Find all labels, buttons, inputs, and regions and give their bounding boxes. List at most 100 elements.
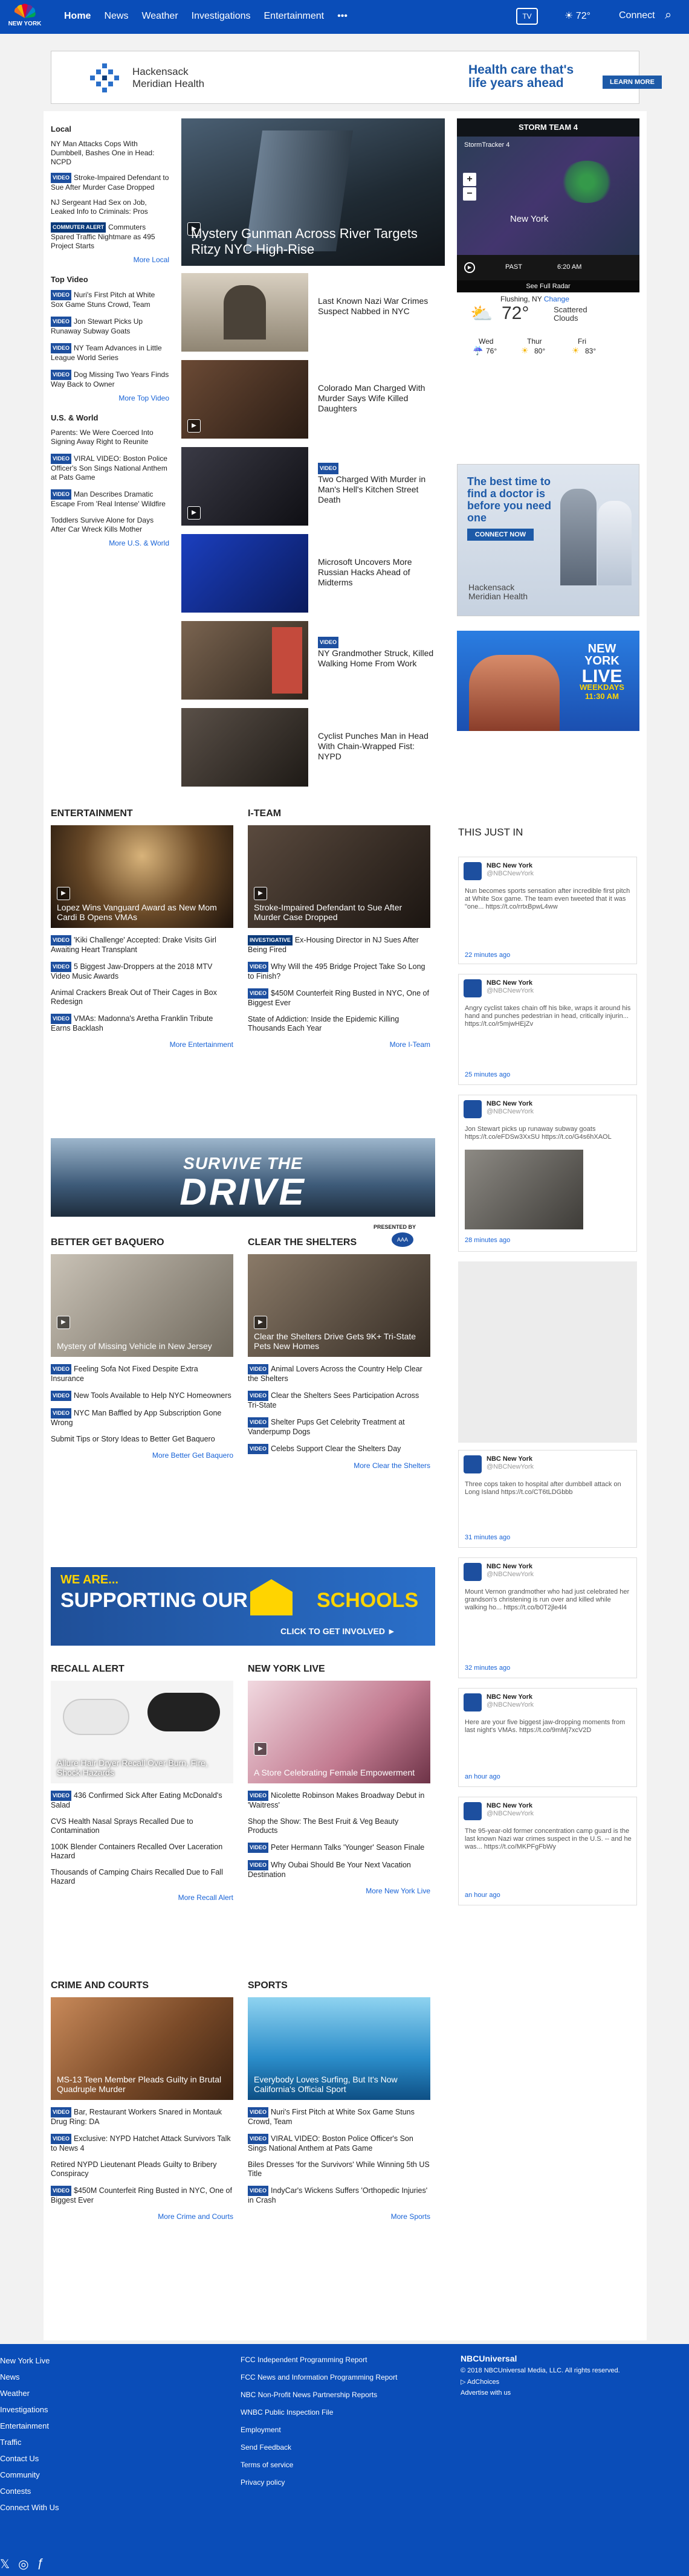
- list-item[interactable]: VIDEO Stroke-Impaired Defendant to Sue Af…: [51, 173, 169, 192]
- list-item[interactable]: VIDEO NYC Man Baffled by App Subscription…: [51, 1408, 233, 1428]
- facebook-icon[interactable]: ƒ: [37, 2557, 44, 2572]
- header-weather[interactable]: ☀︎ 72°: [564, 10, 590, 22]
- list-item[interactable]: VIDEO $450M Counterfeit Ring Busted in NY…: [248, 988, 430, 1008]
- list-item[interactable]: VIDEO Dog Missing Two Years Finds Way Bac…: [51, 370, 169, 389]
- list-item[interactable]: VIDEO Nicolette Robinson Makes Broadway D…: [248, 1791, 430, 1810]
- more-us-world-link[interactable]: More U.S. & World: [51, 539, 169, 547]
- story-row[interactable]: ▶ VIDEO Two Charged With Murder in Man's …: [181, 447, 440, 526]
- list-item[interactable]: State of Addiction: Inside the Epidemic …: [248, 1015, 430, 1033]
- story-row[interactable]: Microsoft Uncovers More Russian Hacks Ah…: [181, 534, 440, 613]
- tweet-card[interactable]: NBC New York @NBCNewYork Here are your f…: [458, 1688, 637, 1787]
- section-lead-image[interactable]: ▶ Clear the Shelters Drive Gets 9K+ Tri-S…: [248, 1254, 430, 1357]
- story-row[interactable]: ▶ Colorado Man Charged With Murder Says …: [181, 360, 440, 439]
- tweet-media[interactable]: [465, 1150, 583, 1229]
- section-lead-image[interactable]: ▶ Lopez Wins Vanguard Award as New Mom Ca…: [51, 825, 233, 928]
- list-item[interactable]: VIDEO Nuri's First Pitch at White Sox Gam…: [51, 290, 169, 309]
- footer-link[interactable]: NBC Non-Profit News Partnership Reports: [241, 2389, 434, 2401]
- change-location-link[interactable]: Change: [544, 295, 569, 303]
- more-entertainment-link[interactable]: More Entertainment: [51, 1040, 233, 1049]
- list-item[interactable]: VIDEO 5 Biggest Jaw-Droppers at the 2018 …: [51, 962, 233, 981]
- footer-link[interactable]: FCC News and Information Programming Rep…: [241, 2371, 434, 2384]
- footer-link[interactable]: Connect With Us: [0, 2502, 121, 2513]
- zoom-in-button[interactable]: +: [463, 173, 476, 186]
- list-item[interactable]: VIDEO Animal Lovers Across the Country He…: [248, 1364, 430, 1383]
- list-item[interactable]: VIDEO Why Oubai Should Be Your Next Vacat…: [248, 1860, 430, 1879]
- list-item[interactable]: Retired NYPD Lieutenant Pleads Guilty to…: [51, 2160, 233, 2178]
- list-item[interactable]: 100K Blender Containers Recalled Over La…: [51, 1843, 233, 1861]
- list-item[interactable]: Biles Dresses 'for the Survivors' While …: [248, 2160, 430, 2178]
- tweet-time[interactable]: 22 minutes ago: [465, 952, 510, 959]
- list-item[interactable]: VIDEO Peter Hermann Talks 'Younger' Seaso…: [248, 1843, 430, 1853]
- radar-past-label[interactable]: PAST: [505, 263, 522, 271]
- list-item[interactable]: VIDEO VMAs: Madonna's Aretha Franklin Tri…: [51, 1014, 233, 1033]
- lead-headline[interactable]: Mystery Gunman Across River Targets Ritz…: [191, 226, 433, 257]
- radar-map[interactable]: StormTracker 4 + − New York ▶ PAST 6:20 …: [457, 137, 639, 280]
- list-item[interactable]: Thousands of Camping Chairs Recalled Due…: [51, 1868, 233, 1886]
- list-item[interactable]: Toddlers Survive Alone for Days After Ca…: [51, 516, 169, 534]
- more-iteam-link[interactable]: More I-Team: [248, 1040, 430, 1049]
- tweet-time[interactable]: 31 minutes ago: [465, 1534, 510, 1541]
- footer-link[interactable]: Contests: [0, 2485, 121, 2497]
- more-sports-link[interactable]: More Sports: [248, 2212, 430, 2221]
- nav-news[interactable]: News: [104, 11, 128, 22]
- list-item[interactable]: VIDEO $450M Counterfeit Ring Busted in NY…: [51, 2186, 233, 2205]
- list-item[interactable]: COMMUTER ALERT Commuters Spared Traffic N…: [51, 222, 169, 251]
- list-item[interactable]: VIDEO Man Describes Dramatic Escape From …: [51, 489, 169, 509]
- story-row[interactable]: Last Known Nazi War Crimes Suspect Nabbe…: [181, 273, 440, 352]
- ad-side[interactable]: The best time to find a doctor is before…: [457, 464, 639, 616]
- more-baquero-link[interactable]: More Better Get Baquero: [51, 1451, 233, 1460]
- survive-the-drive-banner[interactable]: SURVIVE THE DRIVE: [51, 1138, 435, 1217]
- more-nylive-link[interactable]: More New York Live: [248, 1887, 430, 1895]
- connect-link[interactable]: Connect: [619, 10, 655, 21]
- list-item[interactable]: VIDEO 'Kiki Challenge' Accepted: Drake Vi…: [51, 935, 233, 955]
- ad-connect-button[interactable]: CONNECT NOW: [467, 529, 534, 541]
- list-item[interactable]: CVS Health Nasal Sprays Recalled Due to …: [51, 1817, 233, 1835]
- tweet-card[interactable]: NBC New York @NBCNewYork Angry cyclist t…: [458, 974, 637, 1085]
- see-full-radar-button[interactable]: See Full Radar: [457, 280, 639, 292]
- section-lead-image[interactable]: Everybody Loves Surfing, But It's Now Ca…: [248, 1997, 430, 2100]
- section-lead-image[interactable]: MS-13 Teen Member Pleads Guilty in Bruta…: [51, 1997, 233, 2100]
- footer-link[interactable]: Terms of service: [241, 2459, 434, 2471]
- list-item[interactable]: VIDEO IndyCar's Wickens Suffers 'Orthoped…: [248, 2186, 430, 2205]
- nav-entertainment[interactable]: Entertainment: [264, 11, 325, 22]
- list-item[interactable]: VIDEO Why Will the 495 Bridge Project Tak…: [248, 962, 430, 981]
- zoom-out-button[interactable]: −: [463, 187, 476, 201]
- list-item[interactable]: NJ Sergeant Had Sex on Job, Leaked Info …: [51, 198, 169, 216]
- tweet-card[interactable]: NBC New York @NBCNewYork Three cops take…: [458, 1450, 637, 1548]
- footer-link[interactable]: FCC Independent Programming Report: [241, 2354, 434, 2366]
- list-item[interactable]: VIDEO NY Team Advances in Little League W…: [51, 343, 169, 362]
- section-lead-image[interactable]: ▶ Stroke-Impaired Defendant to Sue After …: [248, 825, 430, 928]
- list-item[interactable]: VIDEO Nuri's First Pitch at White Sox Gam…: [248, 2107, 430, 2127]
- footer-link[interactable]: News: [0, 2371, 121, 2383]
- twitter-icon[interactable]: 𝕏: [0, 2557, 10, 2572]
- ad-banner-top[interactable]: Hackensack Meridian Health Health care th…: [51, 51, 662, 104]
- list-item[interactable]: VIDEO Clear the Shelters Sees Participati…: [248, 1391, 430, 1410]
- footer-link[interactable]: Investigations: [0, 2404, 121, 2415]
- list-item[interactable]: VIDEO Feeling Sofa Not Fixed Despite Extr…: [51, 1364, 233, 1383]
- tweet-time[interactable]: an hour ago: [465, 1773, 500, 1780]
- list-item[interactable]: VIDEO New Tools Available to Help NYC Hom…: [51, 1391, 233, 1401]
- section-lead-image[interactable]: ▶ A Store Celebrating Female Empowerment: [248, 1681, 430, 1783]
- list-item[interactable]: VIDEO Jon Stewart Picks Up Runaway Subway…: [51, 317, 169, 336]
- tweet-card[interactable]: NBC New York @NBCNewYork The 95-year-old…: [458, 1797, 637, 1905]
- footer-link[interactable]: New York Live: [0, 2355, 121, 2366]
- tweet-time[interactable]: an hour ago: [465, 1892, 500, 1899]
- instagram-icon[interactable]: ◎: [18, 2557, 28, 2572]
- nav-home[interactable]: Home: [64, 11, 91, 22]
- list-item[interactable]: NY Man Attacks Cops With Dumbbell, Bashe…: [51, 140, 169, 167]
- list-item[interactable]: Animal Crackers Break Out of Their Cages…: [51, 988, 233, 1006]
- more-crime-link[interactable]: More Crime and Courts: [51, 2212, 233, 2221]
- footer-link[interactable]: Traffic: [0, 2436, 121, 2448]
- nbcuniversal-logo[interactable]: NBCUniversal: [461, 2354, 666, 2363]
- list-item[interactable]: Submit Tips or Story Ideas to Better Get…: [51, 1435, 233, 1444]
- list-item[interactable]: VIDEO Bar, Restaurant Workers Snared in M…: [51, 2107, 233, 2127]
- advertise-link[interactable]: Advertise with us: [461, 2389, 666, 2397]
- tweet-time[interactable]: 25 minutes ago: [465, 1071, 510, 1078]
- tweet-time[interactable]: 32 minutes ago: [465, 1664, 510, 1672]
- footer-link[interactable]: Community: [0, 2469, 121, 2481]
- footer-link[interactable]: WNBC Public Inspection File: [241, 2406, 434, 2419]
- list-item[interactable]: VIDEO VIRAL VIDEO: Boston Police Officer'…: [51, 454, 169, 482]
- list-item[interactable]: VIDEO Shelter Pups Get Celebrity Treatmen…: [248, 1417, 430, 1437]
- footer-link[interactable]: Privacy policy: [241, 2476, 434, 2489]
- list-item[interactable]: VIDEO 436 Confirmed Sick After Eating McD…: [51, 1791, 233, 1810]
